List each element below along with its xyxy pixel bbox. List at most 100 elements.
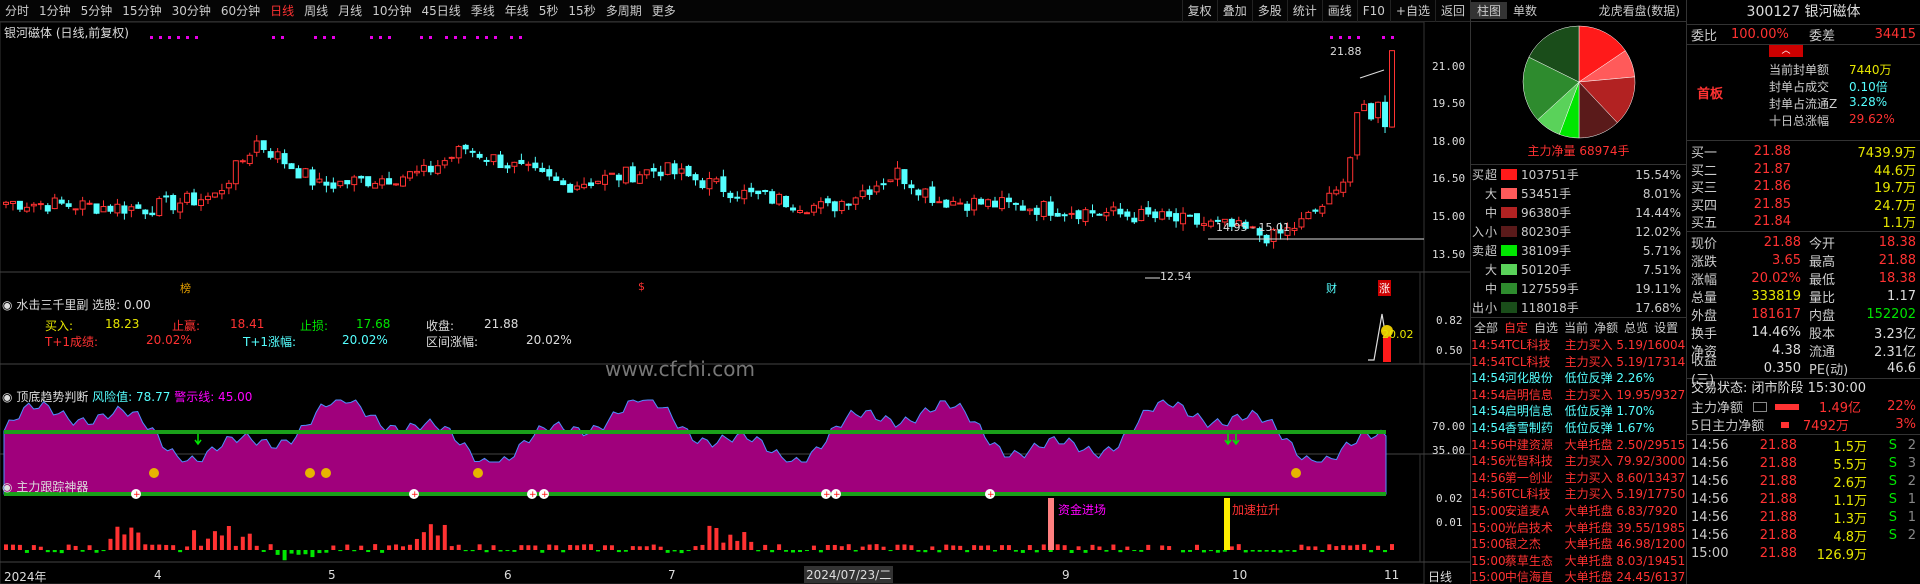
deal-row[interactable]: 14:54 TCL科技 主力买入 5.19/16004 (1471, 337, 1686, 354)
period-tab[interactable]: 5分钟 (76, 0, 118, 22)
flow-table: 买超 103751手 15.54% 大 53451手 8.01% 中 96380手 14.44%… (1471, 164, 1686, 317)
period-tab[interactable]: 分时 (0, 0, 34, 22)
deal-row[interactable]: 15:00 银之杰 大单托盘 46.98/12003 (1471, 536, 1686, 553)
deal-row[interactable]: 14:56 TCL科技 主力买入 5.19/17750 (1471, 486, 1686, 503)
flow-swatch (1501, 226, 1517, 237)
candle (852, 196, 859, 211)
deal-row[interactable]: 14:54 TCL科技 主力买入 5.19/17314 (1471, 354, 1686, 371)
collapse-icon[interactable]: ◉ (2, 480, 12, 494)
candle (225, 180, 232, 195)
deal-row[interactable]: 14:54 香雪制药 低位反弹 1.67% (1471, 420, 1686, 437)
deal-row[interactable]: 14:54 河化股份 低位反弹 2.26% (1471, 370, 1686, 387)
bid-row[interactable]: 买四 21.85 24.7万 (1687, 196, 1920, 214)
bid-row[interactable]: 买一 21.88 7439.9万 (1687, 143, 1920, 161)
bid-row[interactable]: 买三 21.86 19.7万 (1687, 178, 1920, 196)
deal-row[interactable]: 15:00 安道麦A 大单托盘 6.83/7920 (1471, 503, 1686, 520)
candle (1368, 102, 1375, 121)
deal-type: 大单托盘 (1564, 537, 1613, 552)
deal-type: 大单托盘 (1564, 437, 1613, 452)
period-tab[interactable]: 15秒 (563, 0, 600, 22)
seal-row: 封单占流通Z 3.28% (1769, 95, 1917, 112)
deal-row[interactable]: 15:00 蔡草生态 大单托盘 8.03/19451 (1471, 553, 1686, 570)
deal-row[interactable]: 14:56 中建资源 大单托盘 2.50/29515 (1471, 437, 1686, 454)
flow-amount: 96380手 (1521, 206, 1572, 220)
deal-tab[interactable]: 设置 (1651, 319, 1681, 336)
marker-cai[interactable]: 财 (1326, 280, 1337, 296)
deal-row[interactable]: 14:56 第一创业 主力买入 8.60/13437 (1471, 470, 1686, 487)
info-icon[interactable] (1753, 401, 1767, 412)
chart-canvas[interactable]: + + + + + + + (0, 22, 1470, 584)
candle (358, 175, 365, 183)
flow-row: 卖超 38109手 5.71% (1471, 241, 1686, 260)
period-tab[interactable]: 5秒 (534, 0, 564, 22)
collapse-icon[interactable]: ◉ (2, 298, 12, 312)
tool-button[interactable]: 统计 (1286, 0, 1322, 22)
marker-zhang[interactable]: 涨 (1378, 280, 1391, 296)
period-tab[interactable]: 15分钟 (117, 0, 166, 22)
tick-count: 1 (1907, 492, 1916, 507)
stat-value: 20.02% (1751, 271, 1801, 286)
tool-button[interactable]: 复权 (1181, 0, 1217, 22)
deal-tab[interactable]: 当前 (1561, 319, 1591, 336)
candle (929, 181, 936, 206)
stop-value: 17.68 (356, 317, 391, 331)
seal-row: 十日总涨幅 29.62% (1769, 112, 1917, 129)
collapse-icon[interactable]: ◉ (2, 390, 12, 404)
seal-value: 0.10倍 (1849, 80, 1888, 94)
tool-button[interactable]: F10 (1356, 0, 1390, 22)
period-tab[interactable]: 年线 (500, 0, 534, 22)
tool-button[interactable]: 返回 (1434, 0, 1470, 22)
weicha-label: 委差 (1809, 29, 1836, 44)
warn-value: 警示线: 45.00 (174, 390, 253, 404)
seal-row: 封单占成交 0.10倍 (1769, 78, 1917, 95)
candle (177, 197, 184, 220)
candle (998, 190, 1005, 212)
flow-row: 中 96380手 14.44% (1471, 203, 1686, 222)
candle (490, 154, 497, 166)
tool-button[interactable]: 叠加 (1216, 0, 1252, 22)
period-tab[interactable]: 多周期 (601, 0, 647, 22)
y-tick: 0.01 (1436, 516, 1463, 529)
period-tab[interactable]: 1分钟 (34, 0, 76, 22)
tick-count: 2 (1907, 438, 1916, 453)
period-tab[interactable]: 月线 (333, 0, 367, 22)
deal-time: 14:54 (1471, 387, 1505, 402)
deal-tab[interactable]: 自定 (1501, 319, 1531, 336)
tab-count[interactable]: 单数 (1507, 2, 1543, 19)
tick-price: 21.88 (1759, 528, 1797, 543)
marker-bang[interactable]: 榜 (180, 280, 191, 296)
period-tab[interactable]: 周线 (299, 0, 333, 22)
marker-dollar[interactable]: $ (638, 280, 645, 293)
chart-area[interactable]: + + + + + + + 银河磁体 (日线,前复权) ◉ 水击三千里副 选股: 0.00 … (0, 22, 1470, 584)
deal-stock: 启明信息 (1504, 404, 1553, 419)
deal-row[interactable]: 14:54 启明信息 主力买入 19.95/9327 (1471, 387, 1686, 404)
deal-row[interactable]: 14:54 启明信息 低位反弹 1.70% (1471, 403, 1686, 420)
deal-tab[interactable]: 自选 (1531, 319, 1561, 336)
tab-bar-chart[interactable]: 柱图 (1471, 2, 1508, 19)
deal-row[interactable]: 14:56 光智科技 主力买入 79.92/3000 (1471, 453, 1686, 470)
period-tab[interactable]: 45日线 (416, 0, 465, 22)
tick-price: 21.88 (1759, 456, 1797, 471)
period-tab[interactable]: 10分钟 (367, 0, 416, 22)
period-tab[interactable]: 更多 (647, 0, 681, 22)
period-tab[interactable]: 30分钟 (167, 0, 216, 22)
deal-row[interactable]: 15:00 中信海直 大单托盘 24.45/6137 (1471, 569, 1686, 584)
deal-tab[interactable]: 净额 (1591, 319, 1621, 336)
period-tab[interactable]: 日线 (265, 0, 299, 22)
tool-button[interactable]: +自选 (1389, 0, 1435, 22)
tool-button[interactable]: 多股 (1251, 0, 1287, 22)
tick-row: 14:56 21.88 4.8万 S 2 (1687, 527, 1920, 545)
candle (198, 193, 205, 211)
deal-tab[interactable]: 全部 (1471, 319, 1501, 336)
bid-row[interactable]: 买二 21.87 44.6万 (1687, 161, 1920, 179)
chevron-up-icon[interactable]: ︿ (1769, 45, 1803, 57)
flow-pct: 14.44% (1635, 205, 1681, 220)
deal-row[interactable]: 15:00 光启技术 大单托盘 39.55/1985 (1471, 520, 1686, 537)
deal-tab[interactable]: 总览 (1621, 319, 1651, 336)
tab-dragon-tiger[interactable]: 龙虎看盘(数据) (1593, 2, 1686, 19)
tool-button[interactable]: 画线 (1321, 0, 1357, 22)
period-tab[interactable]: 60分钟 (216, 0, 265, 22)
candle (163, 191, 170, 203)
bid-row[interactable]: 买五 21.84 1.1万 (1687, 213, 1920, 231)
period-tab[interactable]: 季线 (466, 0, 500, 22)
